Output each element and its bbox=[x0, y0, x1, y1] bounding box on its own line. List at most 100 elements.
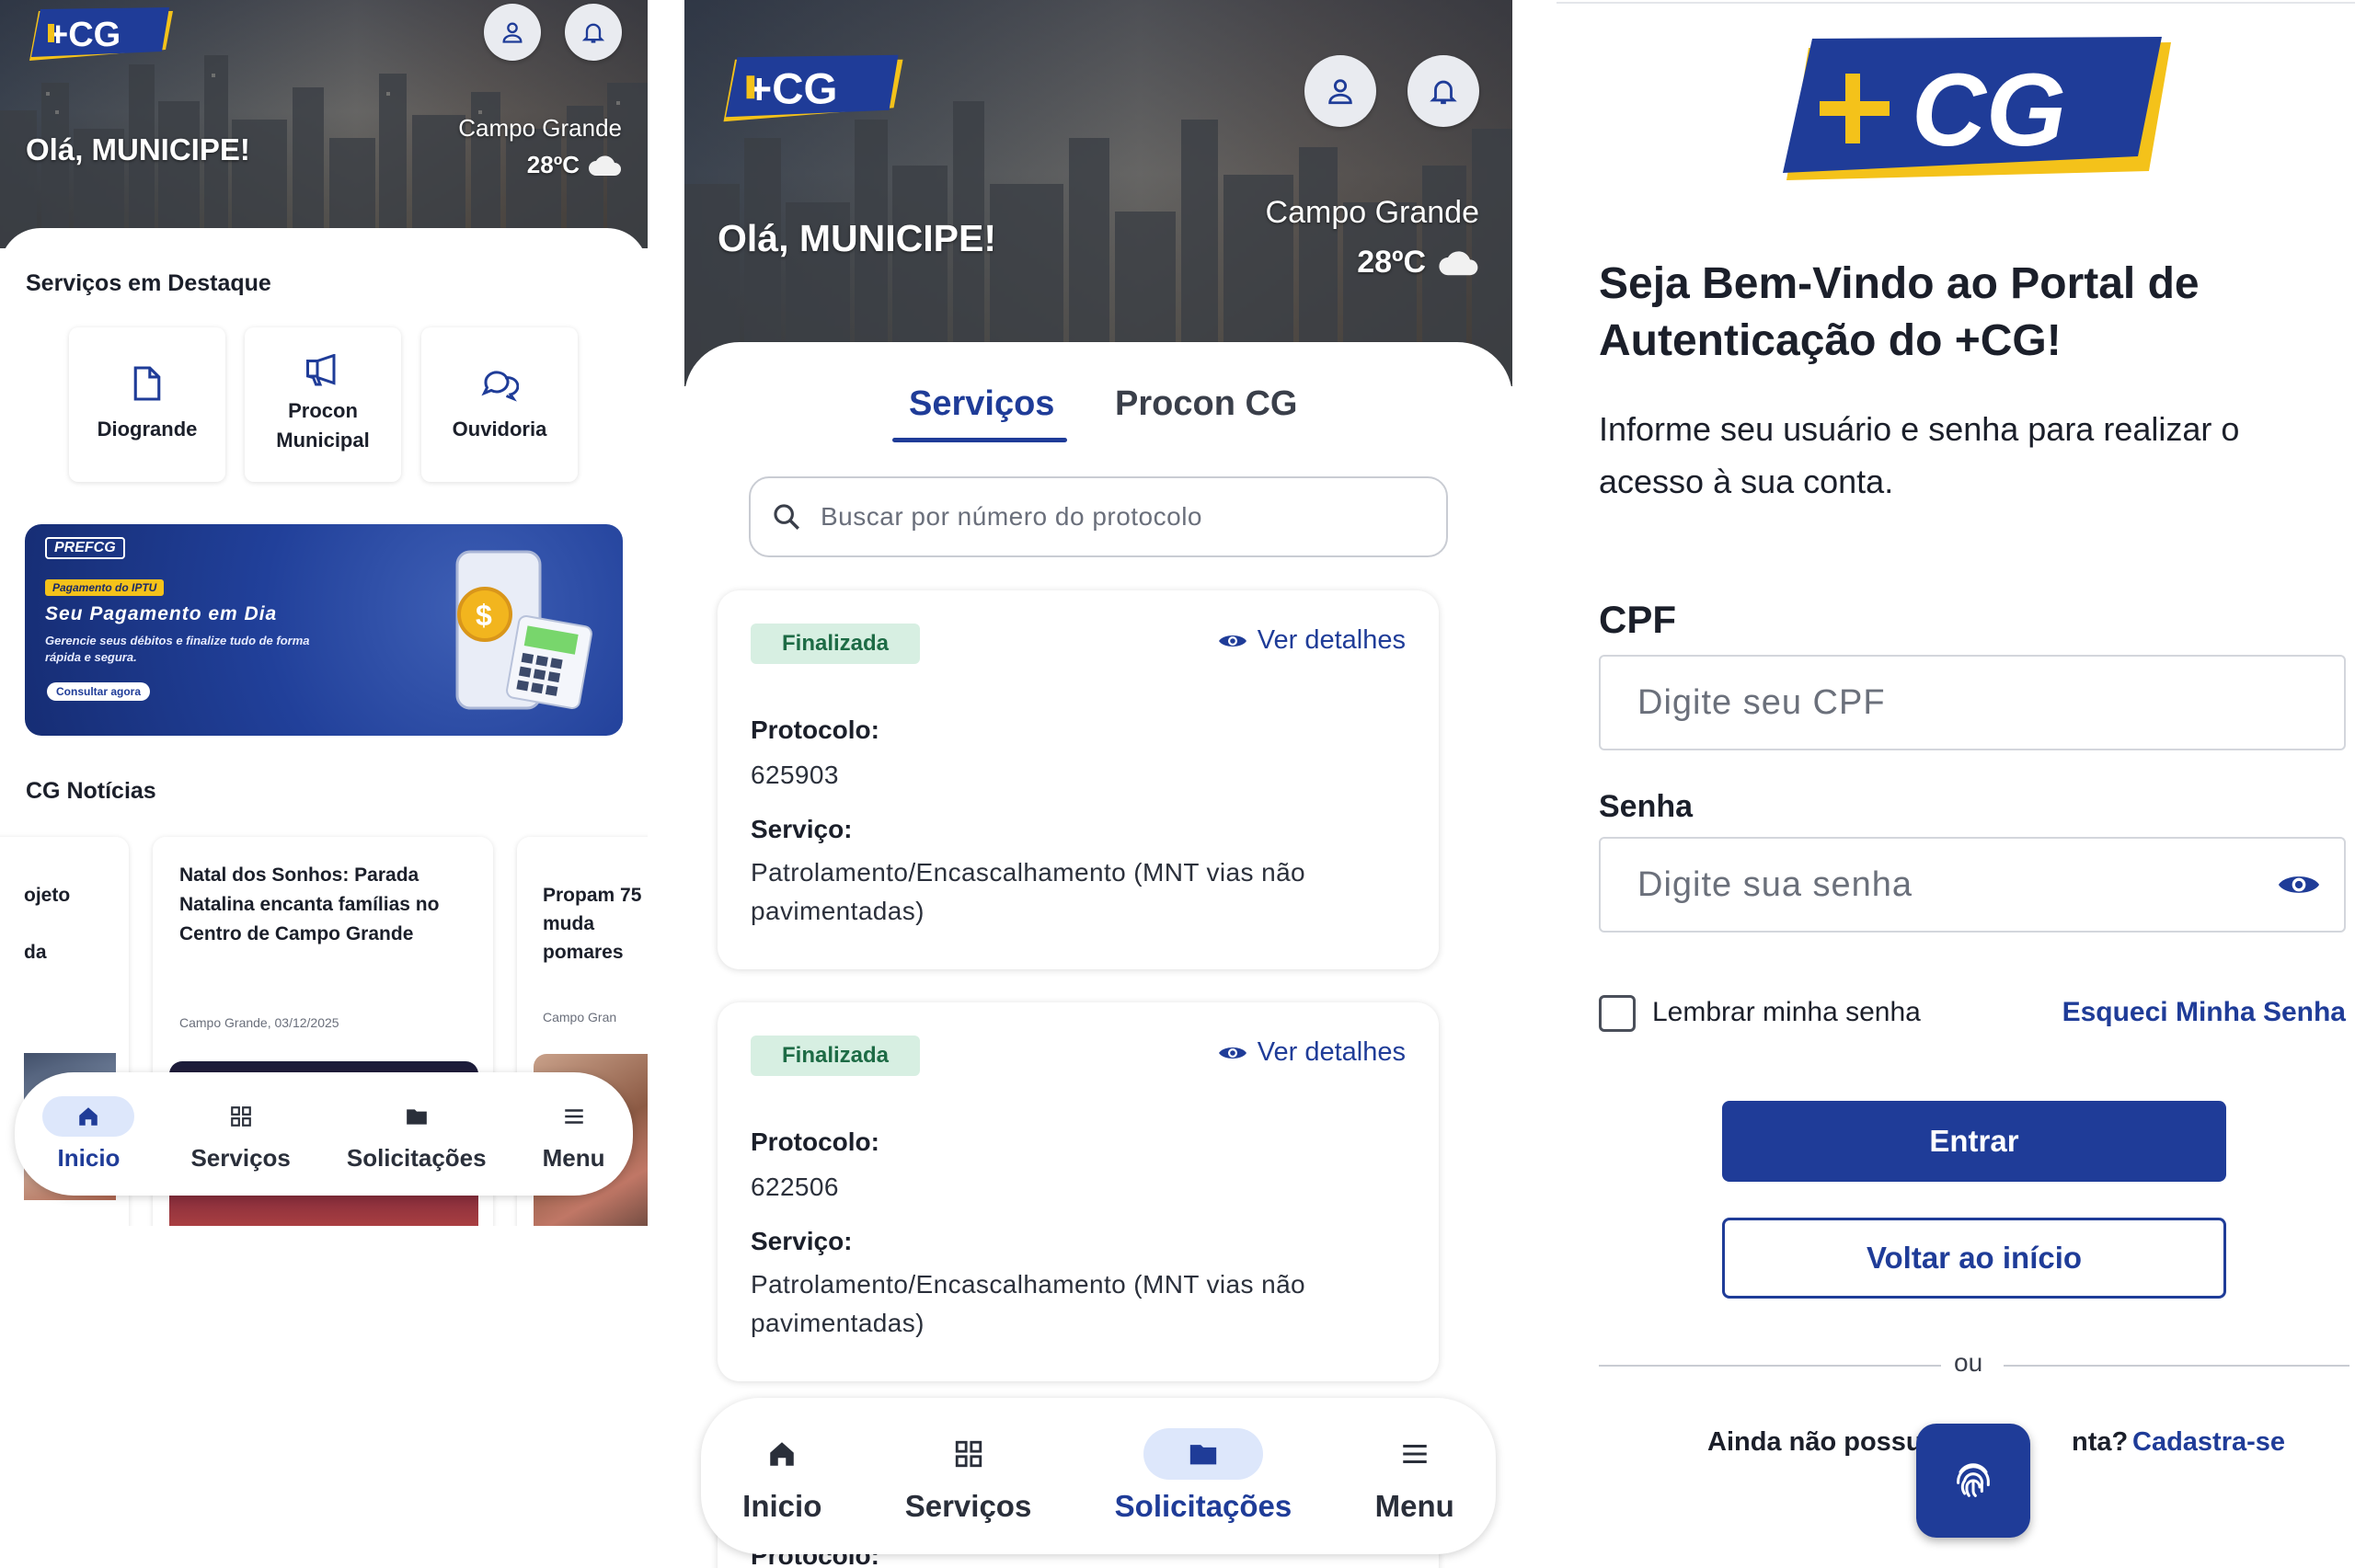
home-screen: +CG Olá, MUNICIPE! Campo Grande 28ºC Ser… bbox=[0, 0, 648, 1226]
service-label: Ouvidoria bbox=[452, 418, 547, 441]
nav-inicio[interactable]: Inicio bbox=[742, 1428, 821, 1524]
search-icon bbox=[774, 504, 799, 530]
password-field[interactable] bbox=[1599, 837, 2346, 933]
weather-widget: 28ºC bbox=[527, 151, 624, 179]
profile-button[interactable] bbox=[484, 4, 541, 61]
nav-solicitacoes[interactable]: Solicitações bbox=[347, 1096, 487, 1173]
cloud-icon bbox=[1439, 250, 1478, 275]
protocol-search[interactable] bbox=[749, 476, 1448, 557]
iptu-banner[interactable]: PREFCG Pagamento do IPTU Seu Pagamento e… bbox=[25, 524, 623, 736]
home-icon bbox=[770, 1442, 795, 1466]
forgot-password-link[interactable]: Esqueci Minha Senha bbox=[2062, 997, 2346, 1028]
nav-solicitacoes[interactable]: Solicitações bbox=[1115, 1428, 1292, 1524]
folder-icon bbox=[406, 1108, 427, 1125]
svg-text:+CG: +CG bbox=[747, 64, 838, 113]
news-headline: ojeto da bbox=[24, 885, 71, 963]
nav-servicos[interactable]: Serviços bbox=[905, 1428, 1031, 1524]
status-badge: Finalizada bbox=[751, 624, 921, 664]
greeting: Olá, MUNICIPE! bbox=[718, 217, 996, 259]
service-label: Diogrande bbox=[97, 418, 198, 441]
cg-logo: +CG bbox=[29, 7, 173, 61]
eye-icon bbox=[1218, 635, 1246, 647]
bottom-navigation: Inicio Serviços Solicitações Menu bbox=[15, 1072, 633, 1196]
banner-body: Gerencie seus débitos e finalize tudo de… bbox=[45, 634, 310, 664]
cpf-input[interactable] bbox=[1637, 682, 2245, 723]
service-label: Procon Municipal bbox=[276, 399, 370, 452]
divider-line bbox=[2004, 1365, 2349, 1367]
protocol-value: 625903 bbox=[751, 761, 839, 789]
eye-icon bbox=[1218, 1047, 1246, 1059]
service-card-ouvidoria[interactable]: Ouvidoria bbox=[421, 327, 578, 482]
banner-tag: Pagamento do IPTU bbox=[45, 579, 165, 596]
user-icon bbox=[1328, 79, 1352, 105]
profile-button[interactable] bbox=[1304, 55, 1376, 127]
calculator-coin-icon: $ bbox=[455, 550, 592, 710]
remember-checkbox[interactable] bbox=[1599, 995, 1636, 1032]
divider-text: ou bbox=[1954, 1348, 1983, 1377]
nav-servicos[interactable]: Serviços bbox=[190, 1096, 291, 1173]
page-subtitle: Informe seu usuário e senha para realiza… bbox=[1599, 410, 2240, 500]
menu-icon bbox=[564, 1108, 583, 1124]
request-card[interactable]: Finalizada Ver detalhes Protocolo: 62590… bbox=[718, 590, 1439, 969]
protocol-value: 622506 bbox=[751, 1173, 839, 1201]
service-value: Patrolamento/Encascalhamento (MNT vias n… bbox=[751, 858, 1306, 925]
banner-brand: PREFCG bbox=[45, 537, 125, 559]
service-card-procon[interactable]: Procon Municipal bbox=[245, 327, 401, 482]
megaphone-icon bbox=[306, 354, 336, 386]
tab-procon-cg[interactable]: Procon CG bbox=[1115, 384, 1297, 424]
service-label: Serviço: bbox=[751, 1227, 853, 1255]
cg-logo: CG bbox=[1783, 37, 2171, 180]
featured-title: Serviços em Destaque bbox=[26, 270, 271, 296]
document-icon bbox=[133, 366, 161, 401]
notifications-button[interactable] bbox=[1407, 55, 1479, 127]
user-icon bbox=[502, 22, 523, 43]
bell-icon bbox=[581, 23, 605, 43]
news-meta: Campo Grande, 03/12/2025 bbox=[179, 1015, 339, 1030]
eye-icon[interactable] bbox=[2276, 868, 2322, 901]
biometric-login-button[interactable] bbox=[1916, 1424, 2030, 1538]
home-icon bbox=[79, 1106, 98, 1126]
cpf-label: CPF bbox=[1599, 598, 1676, 641]
chat-bubbles-icon bbox=[481, 371, 519, 402]
password-label: Senha bbox=[1599, 789, 1694, 824]
view-details-link[interactable]: Ver detalhes bbox=[1217, 625, 1406, 656]
register-prompt: Ainda não possui bbox=[1707, 1427, 1930, 1457]
bell-icon bbox=[1430, 80, 1457, 105]
divider-line bbox=[1599, 1365, 1941, 1367]
svg-text:CG: CG bbox=[1912, 52, 2066, 167]
tab-servicos[interactable]: Serviços bbox=[909, 384, 1054, 424]
remember-label: Lembrar minha senha bbox=[1652, 997, 1921, 1027]
service-label: Serviço: bbox=[751, 815, 853, 843]
nav-menu[interactable]: Menu bbox=[543, 1096, 604, 1173]
cg-logo: +CG bbox=[723, 54, 903, 122]
temperature: 28ºC bbox=[526, 151, 580, 178]
search-input[interactable] bbox=[821, 502, 1409, 532]
grid-icon bbox=[955, 1440, 982, 1468]
news-headline: Propam 75 muda pomares bbox=[543, 885, 642, 963]
bottom-navigation: Inicio Serviços Solicitações Menu bbox=[701, 1398, 1496, 1554]
page-title: Seja Bem-Vindo ao Portal de Autenticação… bbox=[1599, 259, 2200, 365]
protocol-label: Protocolo: bbox=[751, 1127, 879, 1156]
banner-headline: Seu Pagamento em Dia bbox=[45, 603, 278, 624]
fingerprint-icon bbox=[1957, 1463, 1990, 1497]
city-name: Campo Grande bbox=[1265, 195, 1479, 230]
banner-cta-button[interactable]: Consultar agora bbox=[47, 682, 151, 701]
back-to-home-button[interactable]: Voltar ao início bbox=[1722, 1218, 2226, 1299]
view-details-link[interactable]: Ver detalhes bbox=[1217, 1037, 1406, 1068]
nav-inicio[interactable]: Inicio bbox=[42, 1095, 135, 1173]
status-badge: Finalizada bbox=[751, 1036, 921, 1076]
city-name: Campo Grande bbox=[458, 114, 622, 142]
protocol-label: Protocolo: bbox=[751, 715, 879, 744]
login-button[interactable]: Entrar bbox=[1722, 1101, 2226, 1182]
news-headline: Natal dos Sonhos: Parada Natalina encant… bbox=[179, 864, 440, 944]
service-card-diogrande[interactable]: Diogrande bbox=[69, 327, 225, 482]
register-link[interactable]: Cadastra-se bbox=[2085, 1427, 2285, 1458]
request-card[interactable]: Finalizada Ver detalhes Protocolo: 62250… bbox=[718, 1002, 1439, 1381]
notifications-button[interactable] bbox=[565, 4, 622, 61]
cpf-field[interactable] bbox=[1599, 655, 2346, 750]
password-input[interactable] bbox=[1637, 864, 2245, 905]
news-meta: Campo Gran bbox=[543, 1010, 617, 1024]
nav-menu[interactable]: Menu bbox=[1375, 1428, 1454, 1524]
news-title: CG Notícias bbox=[26, 778, 156, 804]
grid-icon bbox=[230, 1105, 251, 1127]
